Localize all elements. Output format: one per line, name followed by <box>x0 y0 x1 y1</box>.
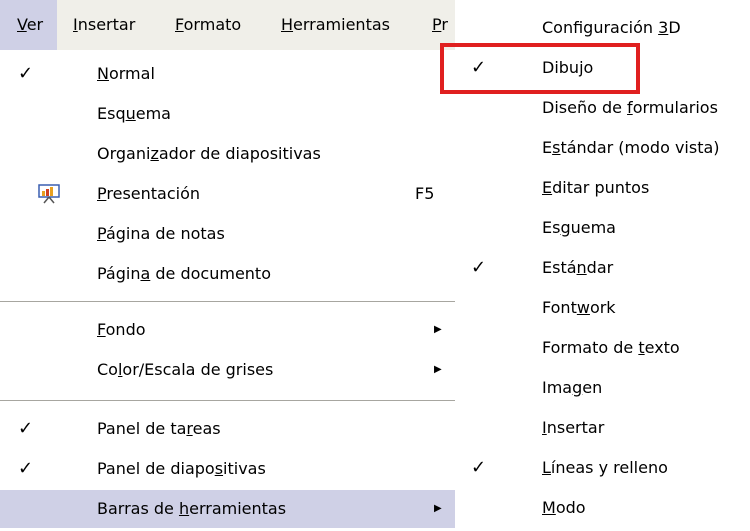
submenu-item-label: Imagen <box>542 378 603 397</box>
submenu-item-label: Diseño de formularios <box>542 98 718 117</box>
check-icon: ✓ <box>471 457 487 478</box>
submenu-item-esquema[interactable]: Esguema <box>455 208 750 248</box>
menu-item-barras-herramientas[interactable]: Barras de herramientas ▶ <box>0 490 455 528</box>
check-icon: ✓ <box>18 458 34 479</box>
submenu-item-imagen[interactable]: Imagen <box>455 368 750 408</box>
menu-item-label: Organizador de diapositivas <box>97 144 321 163</box>
menu-item-label: Esquema <box>97 104 171 123</box>
submenu-item-modo[interactable]: Modo <box>455 488 750 528</box>
submenu-item-estandar-modo-vista[interactable]: Estándar (modo vista) <box>455 128 750 168</box>
menu-item-label: Fondo <box>97 320 146 339</box>
submenu-item-label: Editar puntos <box>542 178 650 197</box>
submenu-item-configuracion-3d[interactable]: Configuración 3D <box>455 8 750 48</box>
submenu-arrow-icon: ▶ <box>434 324 442 335</box>
submenu-item-label: Estándar (modo vista) <box>542 138 720 157</box>
menu-item-label: Página de notas <box>97 224 225 243</box>
check-icon: ✓ <box>471 257 487 278</box>
submenu-item-label: Esguema <box>542 218 616 237</box>
submenu-item-label: Modo <box>542 498 586 517</box>
menu-item-presentacion[interactable]: Presentación F5 <box>0 175 455 213</box>
shortcut-label: F5 <box>415 184 435 203</box>
submenu-item-diseno-formularios[interactable]: Diseño de formularios <box>455 88 750 128</box>
submenu-item-label: Configuración 3D <box>542 18 681 37</box>
submenu-item-fontwork[interactable]: Fontwork <box>455 288 750 328</box>
submenu-item-insertar[interactable]: Insertar <box>455 408 750 448</box>
menu-item-pagina-notas[interactable]: Página de notas <box>0 215 455 253</box>
submenu-item-label: Insertar <box>542 418 605 437</box>
menu-formato[interactable]: Formato <box>175 0 241 50</box>
submenu-arrow-icon: ▶ <box>434 503 442 514</box>
menu-item-label: Presentación <box>97 184 201 203</box>
menu-item-label: Normal <box>97 64 155 83</box>
menu-item-normal[interactable]: ✓ Normal <box>0 55 455 93</box>
menu-bar: Ver Insertar Formato Herramientas Pr <box>0 0 455 51</box>
submenu-item-label: Estándar <box>542 258 614 277</box>
submenu-arrow-icon: ▶ <box>434 364 442 375</box>
menu-item-panel-tareas[interactable]: ✓ Panel de tareas <box>0 410 455 448</box>
menu-item-panel-diapositivas[interactable]: ✓ Panel de diapositivas <box>0 450 455 488</box>
submenu-item-label: Formato de texto <box>542 338 680 357</box>
menu-separator <box>0 301 455 302</box>
submenu-item-lineas-relleno[interactable]: ✓ Líneas y relleno <box>455 448 750 488</box>
menu-item-color-escala[interactable]: Color/Escala de grises ▶ <box>0 351 455 389</box>
menu-separator <box>0 400 455 401</box>
menu-ver[interactable]: Ver <box>0 0 58 50</box>
menu-item-esquema[interactable]: Esquema <box>0 95 455 133</box>
submenu-item-label: Líneas y relleno <box>542 458 668 477</box>
menu-item-label: Página de documento <box>97 264 271 283</box>
menu-item-fondo[interactable]: Fondo ▶ <box>0 311 455 349</box>
submenu-item-formato-texto[interactable]: Formato de texto <box>455 328 750 368</box>
menu-item-label: Barras de herramientas <box>97 499 287 518</box>
menu-insertar[interactable]: Insertar <box>73 0 135 50</box>
presentation-icon <box>38 184 60 204</box>
check-icon: ✓ <box>18 63 34 84</box>
check-icon: ✓ <box>18 418 34 439</box>
menu-item-label: Panel de tareas <box>97 419 221 438</box>
view-menu: ✓ Normal Esquema Organizador de diaposit… <box>0 50 456 531</box>
menu-item-organizador[interactable]: Organizador de diapositivas <box>0 135 455 173</box>
submenu-item-editar-puntos[interactable]: Editar puntos <box>455 168 750 208</box>
submenu-item-label: Fontwork <box>542 298 616 317</box>
menu-item-label: Panel de diapositivas <box>97 459 266 478</box>
menu-item-label: Color/Escala de grises <box>97 360 274 379</box>
submenu-item-estandar[interactable]: ✓ Estándar <box>455 248 750 288</box>
menu-herramientas[interactable]: Herramientas <box>281 0 390 50</box>
menu-item-pagina-documento[interactable]: Página de documento <box>0 255 455 293</box>
annotation-highlight-box <box>440 43 640 94</box>
